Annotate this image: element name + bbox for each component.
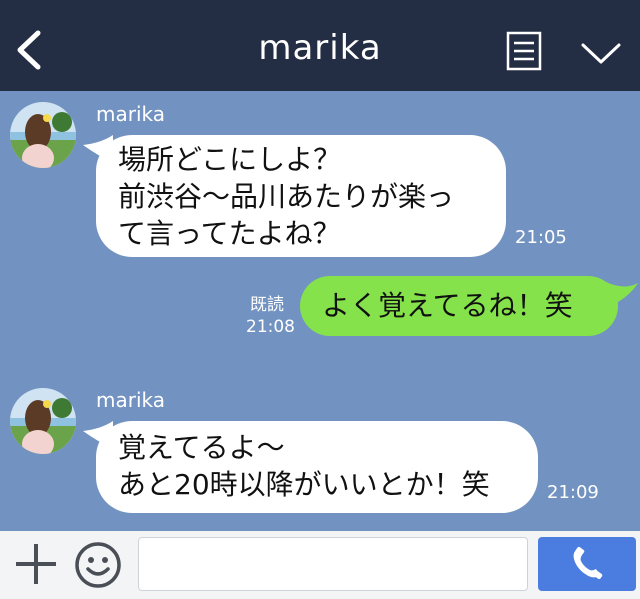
avatar-photo bbox=[10, 102, 76, 168]
message-bubble[interactable]: 覚えてるよ〜 あと20時以降がいいとか！笑 bbox=[96, 421, 538, 513]
emoji-icon[interactable] bbox=[74, 541, 122, 589]
message-line: よく覚えてるね！笑 bbox=[322, 289, 573, 322]
avatar[interactable] bbox=[10, 388, 76, 454]
sender-name: marika bbox=[96, 388, 166, 412]
message-time: 21:05 bbox=[515, 227, 567, 248]
message-line: 前渋谷〜品川あたりが楽っ bbox=[118, 180, 455, 213]
sender-name: marika bbox=[96, 102, 166, 126]
avatar[interactable] bbox=[10, 102, 76, 168]
read-label: 既読 bbox=[250, 295, 284, 315]
message-time: 21:08 bbox=[246, 317, 295, 337]
message-input[interactable] bbox=[138, 537, 528, 591]
chat-header: marika bbox=[0, 0, 640, 91]
bubble-tail bbox=[604, 281, 638, 309]
note-icon[interactable] bbox=[506, 31, 542, 71]
message-line: 覚えてるよ〜 bbox=[118, 431, 285, 464]
message-line: て言ってたよね？ bbox=[118, 217, 341, 250]
call-button[interactable] bbox=[538, 537, 636, 591]
message-bubble[interactable]: よく覚えてるね！笑 bbox=[300, 276, 618, 336]
chat-area[interactable]: marika 場所どこにしよ？ 前渋谷〜品川あたりが楽っ て言ってたよね？ 21… bbox=[0, 91, 640, 531]
phone-icon bbox=[573, 547, 603, 579]
message-line: 場所どこにしよ？ bbox=[118, 143, 342, 176]
message-time: 21:09 bbox=[547, 482, 599, 503]
read-receipt: 既読 21:08 bbox=[246, 294, 295, 338]
chat-title: marika bbox=[258, 28, 382, 68]
plus-icon[interactable] bbox=[14, 542, 58, 586]
message-line: あと20時以降がいいとか！笑 bbox=[118, 468, 490, 501]
chevron-down-icon[interactable] bbox=[580, 40, 622, 68]
message-bubble[interactable]: 場所どこにしよ？ 前渋谷〜品川あたりが楽っ て言ってたよね？ bbox=[96, 135, 506, 257]
avatar-photo bbox=[10, 388, 76, 454]
